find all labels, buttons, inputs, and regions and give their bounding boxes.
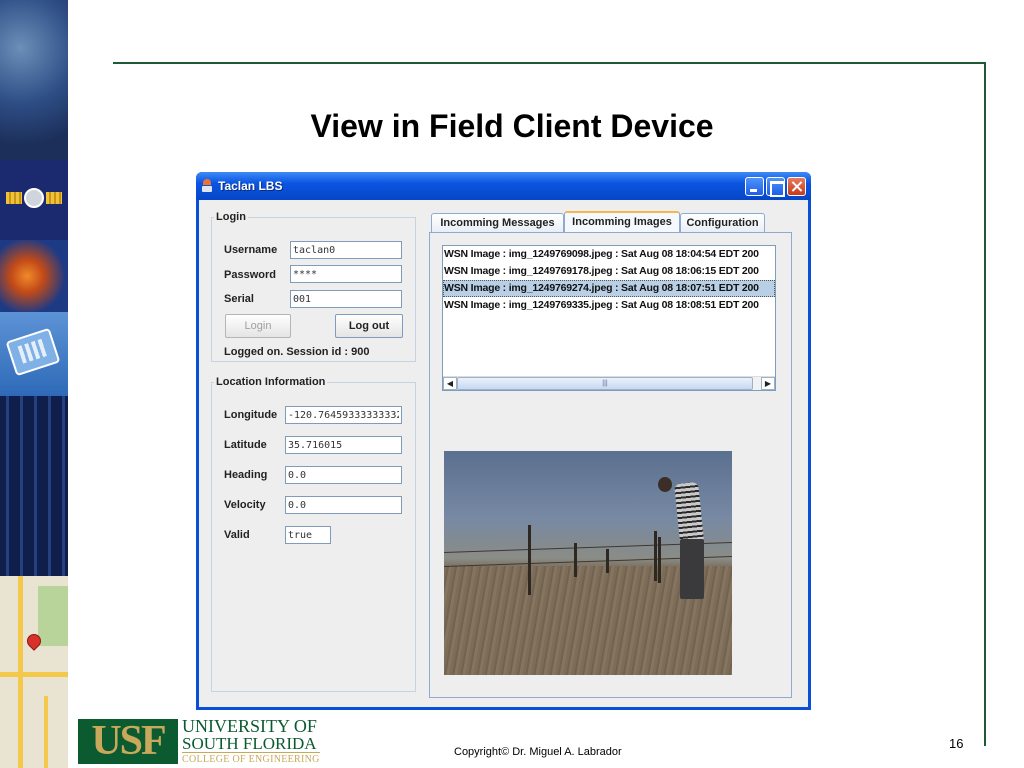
close-button[interactable] — [787, 177, 806, 196]
heading-field[interactable] — [285, 466, 402, 484]
usf-line-2: SOUTH FLORIDA — [182, 734, 317, 753]
list-item-selected[interactable]: WSN Image : img_1249769274.jpeg : Sat Au… — [443, 280, 775, 297]
longitude-label: Longitude — [224, 409, 278, 421]
logout-button[interactable]: Log out — [335, 314, 403, 338]
scroll-right-icon[interactable]: ▶ — [761, 377, 775, 390]
maximize-button[interactable] — [766, 177, 785, 197]
heading-label: Heading — [224, 469, 268, 481]
login-group-title: Login — [214, 211, 248, 223]
circuit-board-image — [0, 396, 68, 576]
cellphone-image — [0, 312, 68, 396]
frame-right-line — [984, 62, 986, 746]
longitude-field[interactable] — [285, 406, 402, 424]
velocity-label: Velocity — [224, 499, 266, 511]
username-label: Username — [224, 244, 278, 256]
usf-wordmark: UNIVERSITY OF SOUTH FLORIDA COLLEGE OF E… — [182, 716, 320, 766]
usf-line-3: COLLEGE OF ENGINEERING — [182, 752, 320, 765]
window-title: Taclan LBS — [218, 179, 283, 193]
slide-title: View in Field Client Device — [310, 108, 714, 144]
satellite-clipart-image — [0, 160, 68, 240]
serial-field[interactable] — [290, 290, 402, 308]
tab-incomming-messages[interactable]: Incomming Messages — [431, 213, 564, 232]
window-titlebar[interactable]: Taclan LBS — [196, 172, 811, 200]
login-button[interactable]: Login — [225, 314, 291, 338]
copyright-text: Copyright© Dr. Miguel A. Labrador — [454, 746, 622, 758]
password-field[interactable] — [290, 265, 402, 283]
page-number: 16 — [949, 736, 964, 751]
usf-line-1: UNIVERSITY OF — [182, 716, 317, 736]
cellphone-icon — [5, 327, 61, 377]
velocity-field[interactable] — [285, 496, 402, 514]
location-group-title: Location Information — [214, 376, 328, 388]
list-item[interactable]: WSN Image : img_1249769098.jpeg : Sat Au… — [443, 246, 775, 263]
latitude-field[interactable] — [285, 436, 402, 454]
images-list[interactable]: WSN Image : img_1249769098.jpeg : Sat Au… — [442, 245, 776, 391]
app-window: Taclan LBS Login Username Password Seria… — [196, 172, 811, 710]
usf-logo: USF — [78, 719, 178, 764]
valid-label: Valid — [224, 529, 250, 541]
scroll-thumb[interactable]: ||| — [457, 377, 753, 390]
java-icon — [202, 179, 212, 193]
wsn-image-preview — [444, 451, 732, 675]
serial-label: Serial — [224, 293, 254, 305]
tab-configuration[interactable]: Configuration — [680, 213, 765, 232]
minimize-button[interactable] — [745, 177, 764, 196]
incomming-images-panel: WSN Image : img_1249769098.jpeg : Sat Au… — [429, 232, 792, 698]
valid-field[interactable] — [285, 526, 331, 544]
frame-top-line — [113, 62, 986, 64]
scroll-left-icon[interactable]: ◀ — [443, 377, 457, 390]
window-client-area: Login Username Password Serial Login Log… — [199, 200, 808, 707]
list-item[interactable]: WSN Image : img_1249769178.jpeg : Sat Au… — [443, 263, 775, 280]
street-map-image — [0, 576, 68, 768]
tab-incomming-images[interactable]: Incomming Images — [564, 211, 680, 233]
brain-scan-image — [0, 240, 68, 312]
session-status: Logged on. Session id : 900 — [224, 346, 370, 358]
satellite-icon — [6, 170, 62, 226]
horizontal-scrollbar[interactable]: ◀ ||| ▶ — [443, 376, 775, 390]
latitude-label: Latitude — [224, 439, 267, 451]
password-label: Password — [224, 269, 276, 281]
username-field[interactable] — [290, 241, 402, 259]
list-item[interactable]: WSN Image : img_1249769335.jpeg : Sat Au… — [443, 297, 775, 314]
